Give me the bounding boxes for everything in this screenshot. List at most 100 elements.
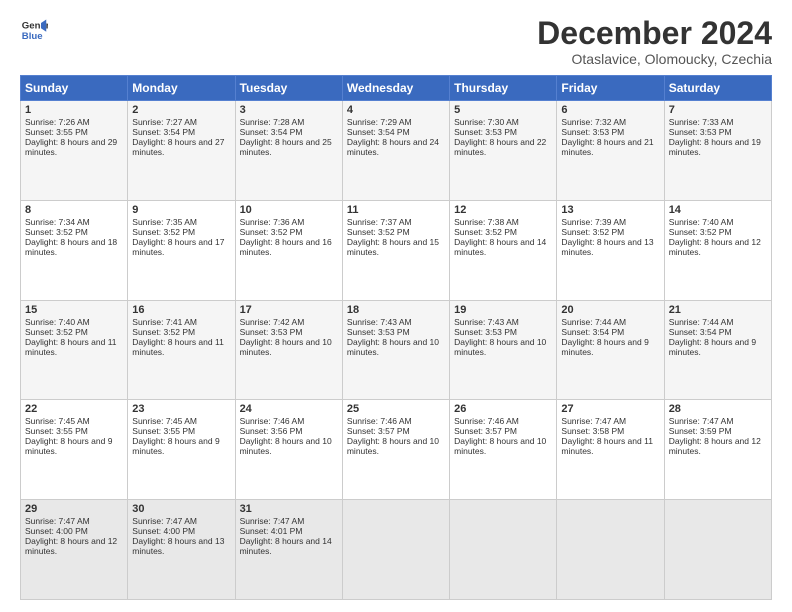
daylight-text: Daylight: 8 hours and 9 minutes.: [669, 337, 767, 357]
sunset-text: Sunset: 3:52 PM: [132, 227, 230, 237]
sunrise-text: Sunrise: 7:44 AM: [561, 317, 659, 327]
calendar-table: Sunday Monday Tuesday Wednesday Thursday…: [20, 75, 772, 600]
day-number: 12: [454, 204, 552, 216]
daylight-text: Daylight: 8 hours and 21 minutes.: [561, 137, 659, 157]
sunset-text: Sunset: 3:53 PM: [454, 127, 552, 137]
sunset-text: Sunset: 3:52 PM: [454, 227, 552, 237]
table-row: 1Sunrise: 7:26 AMSunset: 3:55 PMDaylight…: [21, 101, 128, 201]
day-number: 2: [132, 104, 230, 116]
day-number: 30: [132, 503, 230, 515]
calendar: Sunday Monday Tuesday Wednesday Thursday…: [20, 75, 772, 600]
sunrise-text: Sunrise: 7:41 AM: [132, 317, 230, 327]
sunrise-text: Sunrise: 7:47 AM: [240, 516, 338, 526]
table-row: 10Sunrise: 7:36 AMSunset: 3:52 PMDayligh…: [235, 200, 342, 300]
daylight-text: Daylight: 8 hours and 16 minutes.: [240, 237, 338, 257]
sunrise-text: Sunrise: 7:29 AM: [347, 117, 445, 127]
day-number: 13: [561, 204, 659, 216]
table-row: 24Sunrise: 7:46 AMSunset: 3:56 PMDayligh…: [235, 400, 342, 500]
header-thursday: Thursday: [450, 76, 557, 101]
table-row: 12Sunrise: 7:38 AMSunset: 3:52 PMDayligh…: [450, 200, 557, 300]
sunrise-text: Sunrise: 7:43 AM: [347, 317, 445, 327]
table-row: 13Sunrise: 7:39 AMSunset: 3:52 PMDayligh…: [557, 200, 664, 300]
sunrise-text: Sunrise: 7:35 AM: [132, 217, 230, 227]
day-number: 1: [25, 104, 123, 116]
svg-text:Blue: Blue: [22, 31, 43, 42]
general-blue-logo-icon: General Blue: [20, 16, 48, 44]
table-row: 16Sunrise: 7:41 AMSunset: 3:52 PMDayligh…: [128, 300, 235, 400]
table-row: 5Sunrise: 7:30 AMSunset: 3:53 PMDaylight…: [450, 101, 557, 201]
day-number: 7: [669, 104, 767, 116]
daylight-text: Daylight: 8 hours and 12 minutes.: [25, 536, 123, 556]
daylight-text: Daylight: 8 hours and 13 minutes.: [132, 536, 230, 556]
sunset-text: Sunset: 3:52 PM: [132, 327, 230, 337]
calendar-week-row: 22Sunrise: 7:45 AMSunset: 3:55 PMDayligh…: [21, 400, 772, 500]
daylight-text: Daylight: 8 hours and 29 minutes.: [25, 137, 123, 157]
sunset-text: Sunset: 3:52 PM: [25, 227, 123, 237]
sunset-text: Sunset: 3:52 PM: [240, 227, 338, 237]
sunrise-text: Sunrise: 7:42 AM: [240, 317, 338, 327]
day-number: 28: [669, 403, 767, 415]
table-row: 29Sunrise: 7:47 AMSunset: 4:00 PMDayligh…: [21, 500, 128, 600]
header-friday: Friday: [557, 76, 664, 101]
sunrise-text: Sunrise: 7:47 AM: [669, 416, 767, 426]
day-number: 15: [25, 304, 123, 316]
sunset-text: Sunset: 3:54 PM: [347, 127, 445, 137]
sunrise-text: Sunrise: 7:28 AM: [240, 117, 338, 127]
table-row: 18Sunrise: 7:43 AMSunset: 3:53 PMDayligh…: [342, 300, 449, 400]
daylight-text: Daylight: 8 hours and 9 minutes.: [132, 436, 230, 456]
daylight-text: Daylight: 8 hours and 9 minutes.: [561, 337, 659, 357]
daylight-text: Daylight: 8 hours and 11 minutes.: [561, 436, 659, 456]
weekday-header-row: Sunday Monday Tuesday Wednesday Thursday…: [21, 76, 772, 101]
day-number: 22: [25, 403, 123, 415]
calendar-week-row: 29Sunrise: 7:47 AMSunset: 4:00 PMDayligh…: [21, 500, 772, 600]
month-title: December 2024: [537, 16, 772, 51]
sunrise-text: Sunrise: 7:45 AM: [132, 416, 230, 426]
sunset-text: Sunset: 3:53 PM: [669, 127, 767, 137]
table-row: 31Sunrise: 7:47 AMSunset: 4:01 PMDayligh…: [235, 500, 342, 600]
daylight-text: Daylight: 8 hours and 13 minutes.: [561, 237, 659, 257]
table-row: 28Sunrise: 7:47 AMSunset: 3:59 PMDayligh…: [664, 400, 771, 500]
daylight-text: Daylight: 8 hours and 18 minutes.: [25, 237, 123, 257]
calendar-week-row: 15Sunrise: 7:40 AMSunset: 3:52 PMDayligh…: [21, 300, 772, 400]
table-row: 23Sunrise: 7:45 AMSunset: 3:55 PMDayligh…: [128, 400, 235, 500]
daylight-text: Daylight: 8 hours and 10 minutes.: [347, 436, 445, 456]
table-row: 21Sunrise: 7:44 AMSunset: 3:54 PMDayligh…: [664, 300, 771, 400]
table-row: 25Sunrise: 7:46 AMSunset: 3:57 PMDayligh…: [342, 400, 449, 500]
calendar-week-row: 8Sunrise: 7:34 AMSunset: 3:52 PMDaylight…: [21, 200, 772, 300]
table-row: 26Sunrise: 7:46 AMSunset: 3:57 PMDayligh…: [450, 400, 557, 500]
day-number: 21: [669, 304, 767, 316]
header-tuesday: Tuesday: [235, 76, 342, 101]
sunset-text: Sunset: 3:57 PM: [454, 426, 552, 436]
daylight-text: Daylight: 8 hours and 12 minutes.: [669, 237, 767, 257]
sunrise-text: Sunrise: 7:37 AM: [347, 217, 445, 227]
sunrise-text: Sunrise: 7:38 AM: [454, 217, 552, 227]
sunset-text: Sunset: 3:53 PM: [347, 327, 445, 337]
day-number: 6: [561, 104, 659, 116]
daylight-text: Daylight: 8 hours and 24 minutes.: [347, 137, 445, 157]
sunrise-text: Sunrise: 7:47 AM: [132, 516, 230, 526]
daylight-text: Daylight: 8 hours and 11 minutes.: [132, 337, 230, 357]
header-wednesday: Wednesday: [342, 76, 449, 101]
daylight-text: Daylight: 8 hours and 14 minutes.: [240, 536, 338, 556]
daylight-text: Daylight: 8 hours and 11 minutes.: [25, 337, 123, 357]
sunrise-text: Sunrise: 7:43 AM: [454, 317, 552, 327]
sunrise-text: Sunrise: 7:26 AM: [25, 117, 123, 127]
table-row: 9Sunrise: 7:35 AMSunset: 3:52 PMDaylight…: [128, 200, 235, 300]
header-monday: Monday: [128, 76, 235, 101]
daylight-text: Daylight: 8 hours and 9 minutes.: [25, 436, 123, 456]
daylight-text: Daylight: 8 hours and 10 minutes.: [240, 436, 338, 456]
title-section: December 2024 Otaslavice, Olomoucky, Cze…: [537, 16, 772, 67]
table-row: 6Sunrise: 7:32 AMSunset: 3:53 PMDaylight…: [557, 101, 664, 201]
table-row: [342, 500, 449, 600]
day-number: 3: [240, 104, 338, 116]
sunrise-text: Sunrise: 7:45 AM: [25, 416, 123, 426]
table-row: 15Sunrise: 7:40 AMSunset: 3:52 PMDayligh…: [21, 300, 128, 400]
table-row: 7Sunrise: 7:33 AMSunset: 3:53 PMDaylight…: [664, 101, 771, 201]
sunrise-text: Sunrise: 7:32 AM: [561, 117, 659, 127]
table-row: 17Sunrise: 7:42 AMSunset: 3:53 PMDayligh…: [235, 300, 342, 400]
table-row: [450, 500, 557, 600]
sunrise-text: Sunrise: 7:46 AM: [347, 416, 445, 426]
sunset-text: Sunset: 3:54 PM: [561, 327, 659, 337]
sunset-text: Sunset: 3:55 PM: [25, 127, 123, 137]
sunset-text: Sunset: 3:55 PM: [132, 426, 230, 436]
